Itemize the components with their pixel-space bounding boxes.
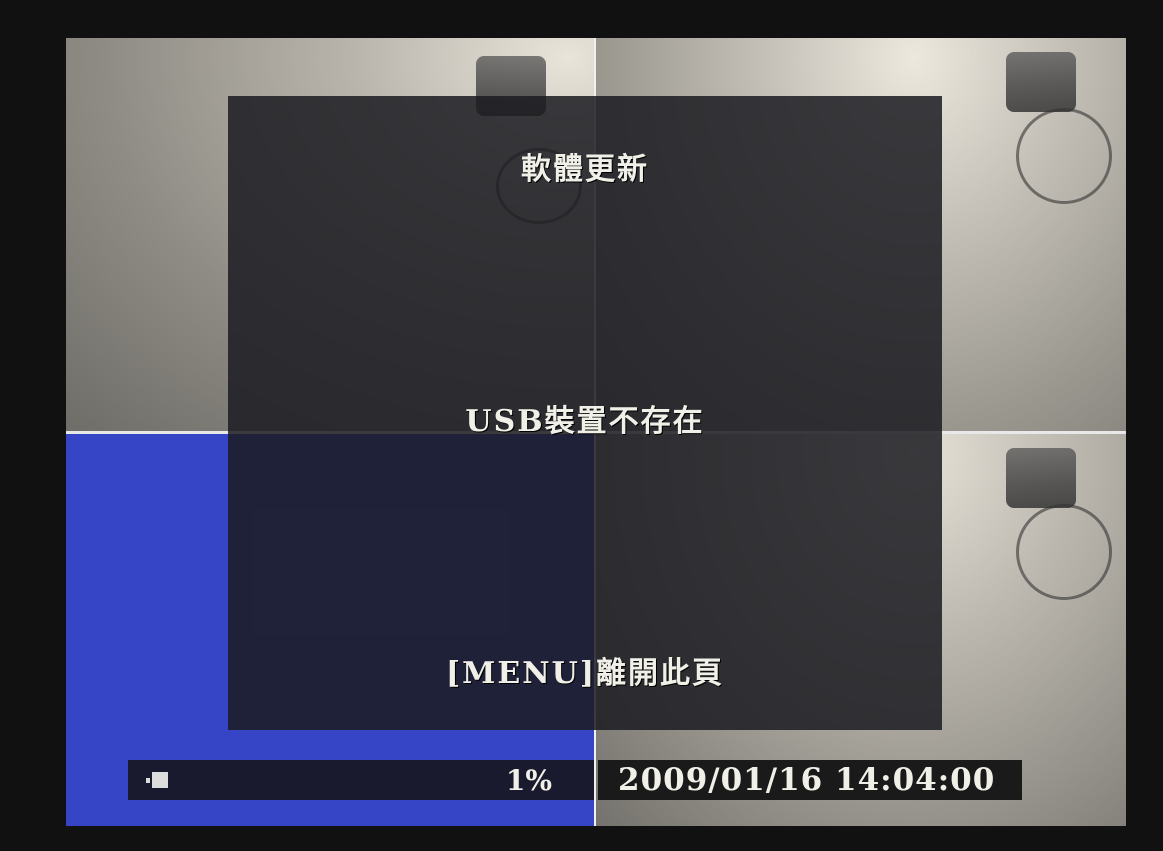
exit-hint[interactable]: [MENU]離開此頁: [228, 648, 942, 692]
camera-device-image: [1006, 448, 1076, 508]
dialog-title: 軟體更新: [521, 152, 649, 187]
cable-image: [1016, 504, 1112, 600]
datetime-display: 2009/01/16 14:04:00: [618, 762, 996, 798]
hdd-icon: [152, 772, 168, 788]
status-bar-right: 2009/01/16 14:04:00: [598, 760, 1022, 800]
firmware-update-dialog: 軟體更新 USB裝置不存在 [MENU]離開此頁: [228, 96, 942, 730]
status-bar-left: 1%: [128, 760, 594, 800]
hdd-indicator-dot: [146, 778, 150, 783]
disk-usage-percent: 1%: [505, 764, 552, 797]
usb-status-message: USB裝置不存在: [465, 404, 705, 439]
camera-device-image: [1006, 52, 1076, 112]
cable-image: [1016, 108, 1112, 204]
